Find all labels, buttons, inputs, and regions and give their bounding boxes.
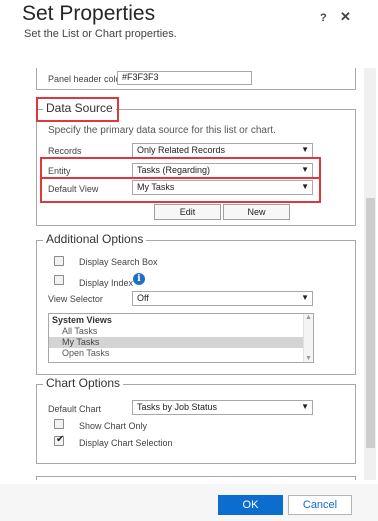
highlight-box-entity-view — [40, 157, 321, 203]
views-list-header: System Views — [52, 315, 112, 325]
main-scroll-thumb[interactable] — [366, 198, 375, 448]
views-listbox[interactable]: System Views All Tasks My Tasks Open Tas… — [48, 313, 314, 363]
display-chart-selection-label: Display Chart Selection — [79, 438, 173, 448]
records-select[interactable]: Only Related Records ▼ — [132, 143, 313, 158]
edit-view-button[interactable]: Edit — [154, 204, 221, 220]
highlight-box-divider — [40, 177, 321, 179]
chevron-down-icon: ▼ — [301, 145, 309, 154]
display-index-label: Display Index — [79, 278, 134, 288]
display-search-box-checkbox[interactable] — [54, 256, 64, 266]
listbox-scrollbar[interactable]: ▲ ▼ — [303, 314, 313, 362]
panel-header-color-input[interactable]: #F3F3F3 — [117, 71, 252, 85]
next-section — [36, 476, 356, 480]
chart-options-legend: Chart Options — [43, 376, 124, 390]
info-icon[interactable]: i — [133, 273, 145, 285]
properties-scroll-area: Panel header color #F3F3F3 Data Source S… — [22, 68, 364, 480]
view-selector-value: Off — [137, 293, 149, 303]
help-button[interactable]: ? — [320, 12, 327, 24]
ok-button[interactable]: OK — [218, 495, 283, 515]
panel-header-color-value: #F3F3F3 — [122, 72, 159, 82]
show-chart-only-label: Show Chart Only — [79, 421, 148, 431]
list-item[interactable]: My Tasks — [49, 337, 313, 348]
records-value: Only Related Records — [137, 145, 226, 155]
display-index-checkbox[interactable] — [54, 275, 64, 285]
view-selector-label: View Selector — [48, 294, 103, 304]
chevron-up-icon: ▲ — [305, 314, 312, 321]
list-item[interactable]: All Tasks — [49, 326, 313, 337]
dialog-title: Set Properties — [22, 2, 156, 25]
default-chart-label: Default Chart — [48, 404, 102, 414]
records-label: Records — [48, 146, 82, 156]
show-chart-only-checkbox[interactable] — [54, 419, 64, 429]
chevron-down-icon: ▼ — [301, 402, 309, 411]
new-view-button[interactable]: New — [223, 204, 290, 220]
chevron-down-icon: ▼ — [301, 293, 309, 302]
view-selector-select[interactable]: Off ▼ — [132, 291, 313, 306]
cancel-button[interactable]: Cancel — [288, 495, 352, 515]
chevron-down-icon: ▼ — [305, 355, 312, 362]
close-button[interactable]: ✕ — [340, 9, 351, 25]
panel-header-color-label: Panel header color — [48, 74, 124, 84]
checkmark-icon: ✔ — [56, 434, 65, 445]
display-search-box-label: Display Search Box — [79, 257, 158, 267]
highlight-box-data-source — [36, 97, 119, 122]
additional-options-legend: Additional Options — [43, 232, 147, 246]
default-chart-select[interactable]: Tasks by Job Status ▼ — [132, 400, 313, 415]
default-chart-value: Tasks by Job Status — [137, 402, 218, 412]
data-source-description: Specify the primary data source for this… — [48, 125, 276, 136]
dialog-subtitle: Set the List or Chart properties. — [24, 28, 177, 40]
display-chart-selection-checkbox[interactable]: ✔ — [54, 434, 65, 446]
list-item[interactable]: Open Tasks — [49, 348, 313, 359]
